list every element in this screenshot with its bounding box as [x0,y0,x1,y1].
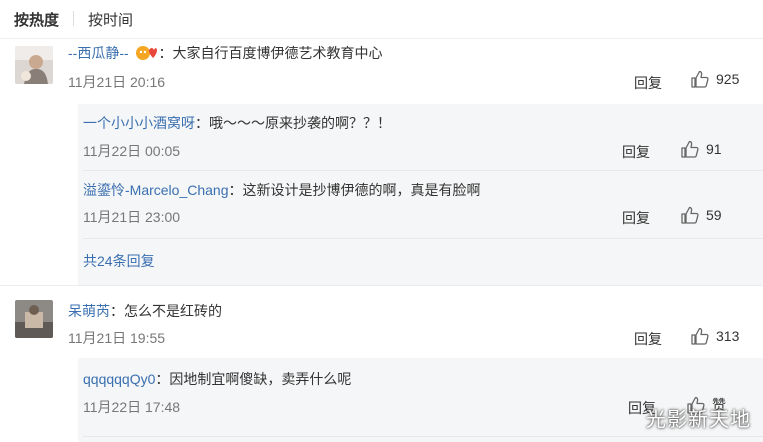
comment-item: --西瓜静-- ：大家自行百度博伊德艺术教育中心 11月21日 20:16 回复… [0,38,763,294]
comment-content: 呆萌芮：怎么不是红砖的 [68,302,222,320]
reply-item: 一个小小小酒窝呀：哦～～～原来抄袭的啊？？！ 11月22日 00:05 回复 9… [78,104,763,170]
avatar[interactable] [15,300,53,338]
comment-time: 11月21日 19:55 [68,330,166,346]
reply-time: 11月21日 23:00 [83,209,181,225]
avatar[interactable] [15,46,53,84]
like-count: 313 [716,328,740,344]
vip-badge-icon [135,45,157,65]
comment-text: ：怎么不是红砖的 [110,303,222,319]
reply-text: ：因地制宜啊傻缺，卖弄什么呢 [155,371,352,387]
reply-list: 一个小小小酒窝呀：哦～～～原来抄袭的啊？？！ 11月22日 00:05 回复 9… [78,104,763,286]
username-link[interactable]: 呆萌芮 [68,303,110,319]
reply-content: 一个小小小酒窝呀：哦～～～原来抄袭的啊？？！ [83,114,391,132]
reply-text: ：这新设计是抄博伊德的啊，真是有脸啊 [228,182,481,198]
sort-divider [73,11,74,26]
comment-divider [0,285,763,286]
like-button[interactable]: 59 [680,205,722,225]
thumbs-up-icon [681,206,699,224]
like-count: 59 [706,207,722,223]
more-replies-link[interactable]: 共24条回复 [83,251,155,271]
username-link[interactable]: --西瓜静-- [68,45,129,61]
reply-username-link[interactable]: 溢鎏怜-Marcelo_Chang [83,182,229,198]
watermark: 光影新天地 [646,409,751,431]
divider [83,436,763,437]
comment-time: 11月21日 20:16 [68,74,166,90]
reply-item: 溢鎏怜-Marcelo_Chang：这新设计是抄博伊德的啊，真是有脸啊 11月2… [78,171,763,237]
reply-content: qqqqqqQy0：因地制宜啊傻缺，卖弄什么呢 [83,370,351,388]
thumbs-up-icon [691,327,709,345]
reply-username-link[interactable]: qqqqqqQy0 [83,371,155,387]
sort-by-hot-tab[interactable]: 按热度 [14,9,59,30]
reply-time: 11月22日 17:48 [83,399,181,415]
thumbs-up-icon [681,140,699,158]
comment-text: ：大家自行百度博伊德艺术教育中心 [158,45,383,61]
thumbs-up-icon [691,70,709,88]
reply-username-link[interactable]: 一个小小小酒窝呀 [83,115,195,131]
like-button[interactable]: 91 [680,139,722,159]
reply-time: 11月22日 00:05 [83,143,181,159]
reply-text: ：哦～～～原来抄袭的啊？？！ [195,115,391,131]
reply-button[interactable]: 回复 [634,329,662,349]
reply-content: 溢鎏怜-Marcelo_Chang：这新设计是抄博伊德的啊，真是有脸啊 [83,181,481,199]
reply-button[interactable]: 回复 [622,142,650,162]
sort-by-time-tab[interactable]: 按时间 [88,9,133,30]
comment-content: --西瓜静-- ：大家自行百度博伊德艺术教育中心 [68,44,383,65]
reply-button[interactable]: 回复 [622,208,650,228]
like-button[interactable]: 925 [690,69,739,89]
divider [83,238,763,239]
like-count: 91 [706,141,722,157]
reply-button[interactable]: 回复 [634,73,662,93]
sort-bar: 按热度 按时间 [0,0,763,39]
like-button[interactable]: 313 [690,326,739,346]
like-count: 925 [716,71,740,87]
